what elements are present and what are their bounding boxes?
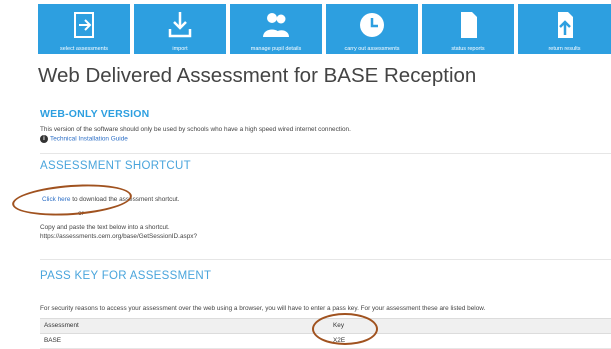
assessment-cell: BASE: [44, 337, 62, 344]
web-only-heading: WEB-ONLY VERSION: [40, 108, 150, 120]
page-title: Web Delivered Assessment for BASE Recept…: [38, 64, 477, 87]
import-button[interactable]: import: [134, 4, 226, 54]
carry-out-assessments-label: carry out assessments: [344, 46, 400, 52]
toolbar: select assessments import manage pupil d…: [38, 4, 611, 54]
select-assessments-button[interactable]: select assessments: [38, 4, 130, 54]
shortcut-url[interactable]: https://assessments.cem.org/base/GetSess…: [40, 233, 197, 240]
passkey-text: For security reasons to access your asse…: [40, 305, 486, 312]
shortcut-heading: ASSESSMENT SHORTCUT: [40, 160, 191, 172]
document-icon: [461, 12, 477, 38]
info-icon: i: [40, 135, 48, 143]
import-label: import: [172, 46, 188, 52]
guide-row: i Technical Installation Guide: [40, 135, 128, 143]
status-reports-button[interactable]: status reports: [422, 4, 514, 54]
return-results-button[interactable]: return results: [518, 4, 611, 54]
column-assessment: Assessment: [44, 322, 79, 329]
passkey-heading: PASS KEY FOR ASSESSMENT: [40, 270, 212, 282]
people-icon: [263, 13, 289, 37]
upload-arrow-icon: [557, 12, 573, 38]
annotation-oval-key: [312, 313, 378, 345]
divider: [40, 259, 611, 260]
copy-text: Copy and paste the text below into a sho…: [40, 224, 170, 231]
arrow-sheet-icon: [74, 12, 94, 38]
divider: [40, 153, 611, 154]
import-tray-icon: [168, 12, 192, 38]
technical-guide-link[interactable]: Technical Installation Guide: [50, 136, 128, 143]
carry-out-assessments-button[interactable]: carry out assessments: [326, 4, 418, 54]
annotation-oval-download: [11, 180, 133, 220]
manage-pupil-details-label: manage pupil details: [250, 46, 302, 52]
return-results-label: return results: [548, 46, 581, 52]
status-reports-label: status reports: [451, 46, 485, 52]
manage-pupil-details-button[interactable]: manage pupil details: [230, 4, 322, 54]
select-assessments-label: select assessments: [60, 46, 108, 52]
web-only-text: This version of the software should only…: [40, 126, 351, 133]
clock-icon: [360, 13, 384, 37]
